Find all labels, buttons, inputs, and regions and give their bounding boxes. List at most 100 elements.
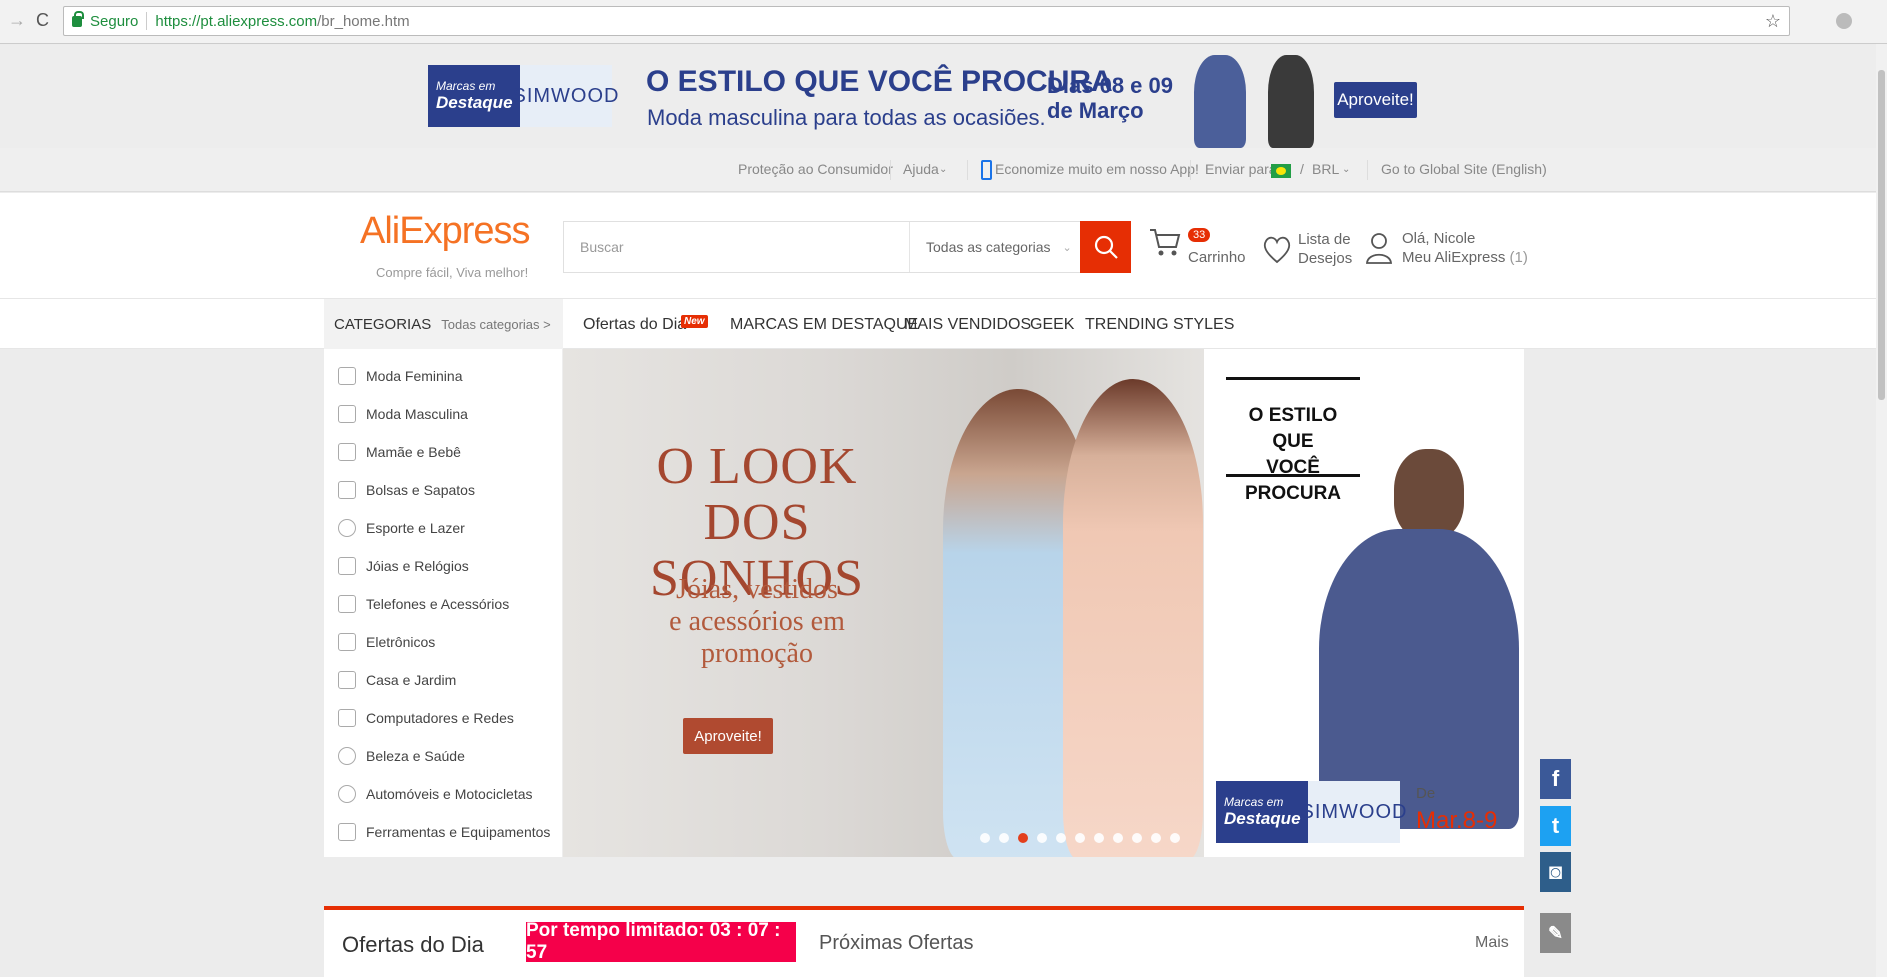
- category-item[interactable]: Telefones e Acessórios: [338, 590, 509, 618]
- user-icon[interactable]: [1365, 231, 1393, 265]
- top-promo-banner[interactable]: Marcas em Destaque SIMWOOD O ESTILO QUE V…: [0, 45, 1887, 148]
- search-button[interactable]: [1080, 221, 1131, 273]
- wheel-icon: [338, 785, 356, 803]
- carousel-dot[interactable]: [1075, 833, 1085, 843]
- divider: [890, 160, 891, 180]
- divider: [1367, 160, 1368, 180]
- reload-icon[interactable]: C: [36, 10, 49, 31]
- category-item[interactable]: Moda Masculina: [338, 400, 468, 428]
- category-item[interactable]: Eletrônicos: [338, 628, 435, 656]
- more-link[interactable]: Mais: [1475, 934, 1509, 952]
- currency-selector[interactable]: BRL: [1312, 161, 1339, 177]
- lock-icon: [72, 10, 84, 27]
- category-item[interactable]: Bolsas e Sapatos: [338, 476, 475, 504]
- category-item[interactable]: Ferramentas e Equipamentos: [338, 818, 550, 846]
- side-banner-title: O ESTILO QUE VOCÊ PROCURA: [1244, 405, 1342, 504]
- category-item[interactable]: Moda Feminina: [338, 362, 463, 390]
- baby-bottle-icon: [338, 443, 356, 461]
- divider: [1226, 377, 1360, 380]
- help-link[interactable]: Ajuda: [903, 161, 939, 177]
- categories-title: CATEGORIAS: [334, 315, 432, 333]
- category-item[interactable]: Esporte e Lazer: [338, 514, 465, 542]
- divider: [1226, 474, 1360, 477]
- promo-subtitle: Moda masculina para todas as ocasiões.: [647, 105, 1046, 130]
- carousel-dot[interactable]: [1113, 833, 1123, 843]
- carousel-dot[interactable]: [1037, 833, 1047, 843]
- cart-count-badge: 33: [1188, 228, 1211, 242]
- category-item[interactable]: Mamãe e Bebê: [338, 438, 461, 466]
- edit-icon[interactable]: ✎: [1540, 913, 1571, 953]
- carousel-dot[interactable]: [980, 833, 990, 843]
- account-menu[interactable]: Olá, Nicole Meu AliExpress (1): [1402, 229, 1528, 267]
- cart-icon[interactable]: [1148, 225, 1182, 259]
- category-select-label: Todas as categorias: [926, 239, 1051, 255]
- forward-icon[interactable]: →: [8, 10, 26, 31]
- model-image: [1194, 55, 1246, 148]
- nav-link-trending-styles[interactable]: TRENDING STYLES: [1085, 316, 1234, 334]
- category-item[interactable]: Beleza e Saúde: [338, 742, 465, 770]
- promo-button[interactable]: Aproveite!: [1334, 82, 1417, 118]
- carousel-dot[interactable]: [1132, 833, 1142, 843]
- chevron-down-icon: ⌄: [939, 164, 948, 175]
- search-box: Todas as categorias ⌄: [563, 221, 1131, 273]
- hero-button[interactable]: Aproveite!: [683, 718, 773, 754]
- search-input[interactable]: [564, 222, 909, 272]
- category-item[interactable]: Computadores e Redes: [338, 704, 514, 732]
- twitter-icon[interactable]: t: [1540, 806, 1571, 846]
- global-site-link[interactable]: Go to Global Site (English): [1381, 161, 1547, 177]
- promo-dates: Dias 08 e 09 de Março: [1047, 73, 1173, 123]
- facebook-icon[interactable]: f: [1540, 759, 1571, 799]
- categories-header[interactable]: CATEGORIAS Todas categorias >: [324, 299, 563, 349]
- brand-logo: Marcas em Destaque SIMWOOD: [1216, 781, 1407, 843]
- nav-link-best-sellers[interactable]: MAIS VENDIDOS: [904, 316, 1031, 334]
- promo-title: O ESTILO QUE VOCÊ PROCURA: [646, 65, 1113, 98]
- laptop-icon: [338, 709, 356, 727]
- category-item[interactable]: Casa e Jardim: [338, 666, 456, 694]
- side-banner[interactable]: O ESTILO QUE VOCÊ PROCURA Marcas em Desta…: [1204, 349, 1524, 857]
- phone-icon: [981, 160, 992, 180]
- category-item[interactable]: Automóveis e Motocicletas: [338, 780, 533, 808]
- all-categories-link[interactable]: Todas categorias >: [441, 317, 550, 332]
- carousel-dot[interactable]: [1151, 833, 1161, 843]
- utility-bar: Proteção ao Consumidor Ajuda ⌄ Economize…: [0, 148, 1887, 192]
- carousel-dot[interactable]: [999, 833, 1009, 843]
- ship-to-label[interactable]: Enviar para: [1205, 161, 1277, 177]
- hero-carousel[interactable]: O LOOK DOS SONHOS Jóias, vestidos e aces…: [563, 349, 1204, 857]
- carousel-dot-active[interactable]: [1018, 833, 1028, 843]
- instagram-icon[interactable]: ◙: [1540, 852, 1571, 892]
- url-path: /br_home.htm: [317, 12, 410, 30]
- site-header: AliExpress Compre fácil, Viva melhor! To…: [0, 193, 1887, 299]
- logo-tagline: Compre fácil, Viva melhor!: [376, 265, 529, 280]
- category-item[interactable]: Jóias e Relógios: [338, 552, 469, 580]
- nav-link-geek[interactable]: GEEK: [1030, 316, 1074, 334]
- next-deals-tab[interactable]: Próximas Ofertas: [819, 932, 973, 955]
- address-bar[interactable]: Seguro https://pt.aliexpress.com /br_hom…: [63, 6, 1790, 36]
- model-head-image: [1394, 449, 1464, 539]
- search-icon: [1094, 235, 1118, 259]
- nav-link-daily-deals[interactable]: Ofertas do Dia: [583, 316, 686, 334]
- extension-icon[interactable]: [1836, 13, 1852, 29]
- browser-toolbar: → C Seguro https://pt.aliexpress.com /br…: [0, 0, 1887, 44]
- consumer-protection-link[interactable]: Proteção ao Consumidor: [738, 161, 893, 177]
- brazil-flag-icon: [1271, 164, 1291, 178]
- dress-icon: [338, 367, 356, 385]
- aliexpress-logo[interactable]: AliExpress: [360, 210, 530, 253]
- url-host: https://pt.aliexpress.com: [155, 12, 318, 30]
- heart-icon[interactable]: [1261, 233, 1293, 265]
- app-link[interactable]: Economize muito em nosso App!: [995, 161, 1199, 177]
- bookmark-star-icon[interactable]: ☆: [1765, 11, 1781, 32]
- shirt-icon: [338, 405, 356, 423]
- wishlist-link[interactable]: Lista de Desejos: [1298, 230, 1352, 268]
- side-banner-de: De: [1416, 785, 1436, 802]
- scrollbar-thumb[interactable]: [1878, 70, 1885, 400]
- carousel-dot[interactable]: [1170, 833, 1180, 843]
- carousel-dot[interactable]: [1094, 833, 1104, 843]
- carousel-dot[interactable]: [1056, 833, 1066, 843]
- nav-link-featured-brands[interactable]: MARCAS EM DESTAQUE: [730, 316, 918, 334]
- new-badge: New: [681, 315, 708, 328]
- category-select[interactable]: Todas as categorias ⌄: [909, 222, 1084, 272]
- cart-label[interactable]: Carrinho: [1188, 248, 1246, 267]
- model-image: [1063, 379, 1203, 857]
- secure-label: Seguro: [90, 12, 139, 30]
- ring-icon: [338, 557, 356, 575]
